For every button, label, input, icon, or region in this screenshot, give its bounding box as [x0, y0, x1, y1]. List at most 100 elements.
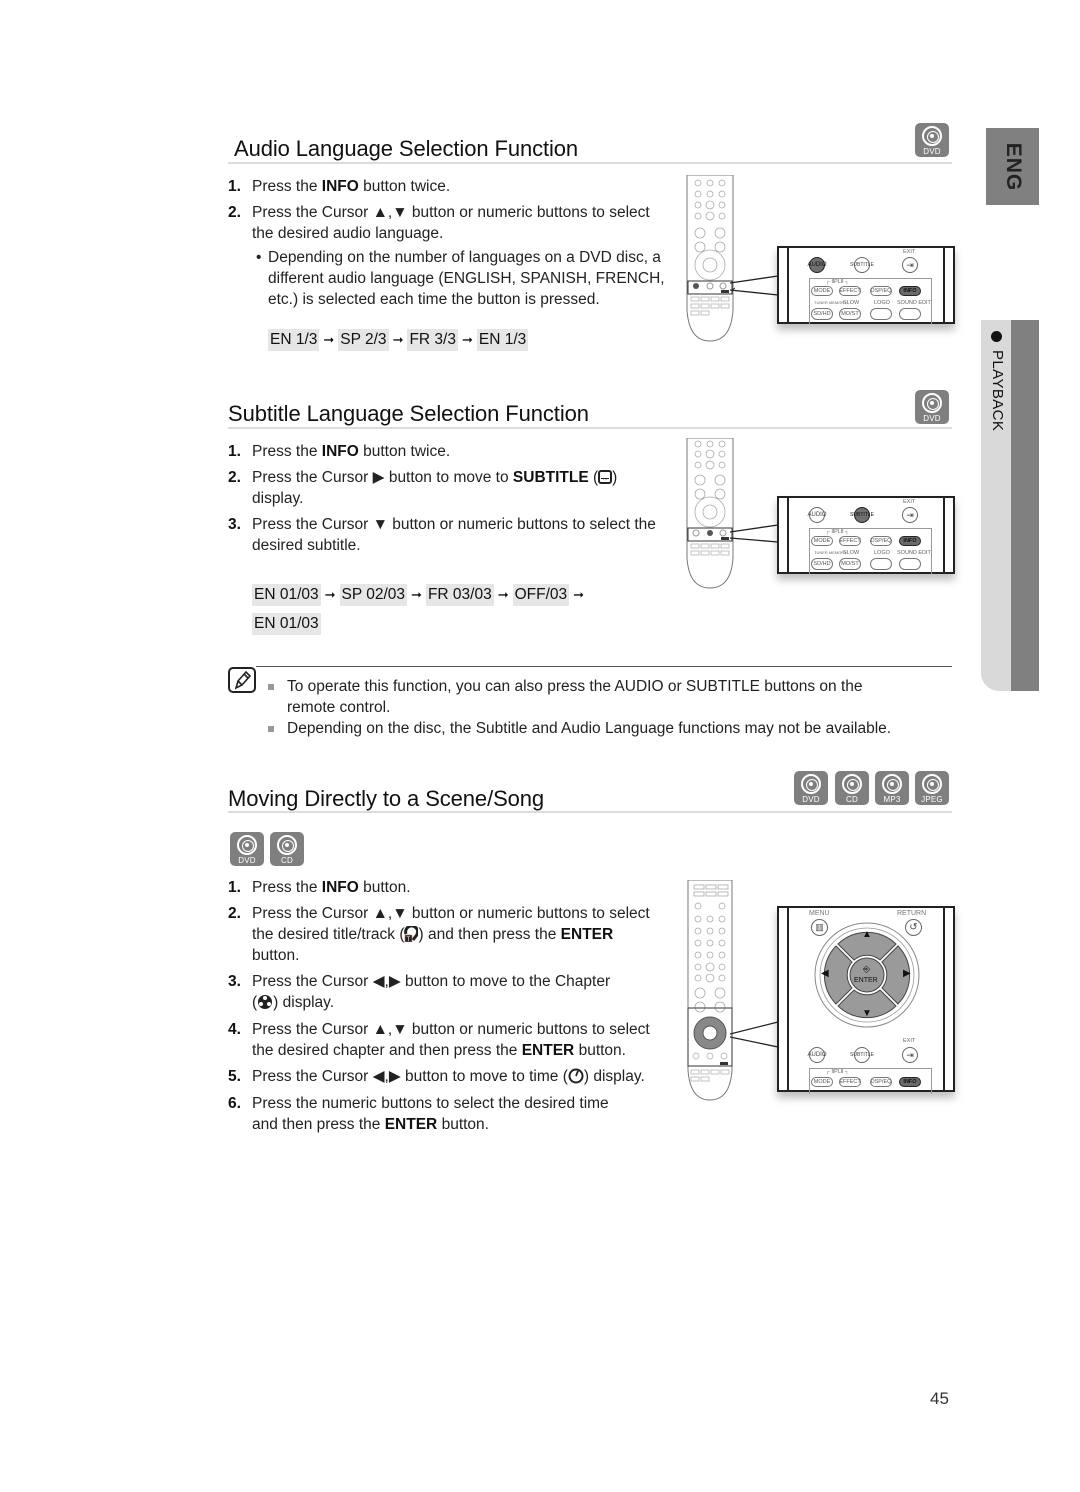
- subtitle-sequence-cont: EN 01/03: [252, 613, 321, 635]
- step-4: 4. Press the Cursor ▲,▼ button or numeri…: [228, 1021, 650, 1059]
- audio-button[interactable]: AUDIO: [808, 257, 827, 273]
- page-number: 45: [930, 1389, 949, 1408]
- sequence-item: EN 01/03: [252, 584, 321, 606]
- sequence-item: SP 02/03: [339, 584, 408, 606]
- dspeq-button[interactable]: DSP/EQ: [870, 286, 892, 296]
- audio-sequence: EN 1/3 ➞ SP 2/3 ➞ FR 3/3 ➞ EN 1/3: [268, 329, 529, 351]
- step-3: 3. Press the Cursor ◀,▶ button to move t…: [228, 973, 611, 1011]
- step-1: 1. Press the INFO button twice.: [228, 178, 451, 195]
- step-1: 1. Press the INFO button.: [228, 879, 411, 896]
- down-arrow-icon[interactable]: ▼: [862, 1008, 872, 1019]
- sound-edit-button[interactable]: [899, 558, 921, 570]
- remote-zoom-panel: MENU RETURN ▥ ↺ ▲ ▼ ◀ ▶ ⎆ ENTER EXIT AUD…: [777, 906, 955, 1094]
- step-1: 1. Press the INFO button twice.: [228, 443, 451, 460]
- right-arrow-icon[interactable]: ▶: [903, 968, 911, 979]
- logo-button[interactable]: [870, 558, 892, 570]
- section-title-audio: Audio Language Selection Function: [234, 136, 579, 161]
- exit-button[interactable]: ⇥: [902, 507, 918, 523]
- section-title-scene: Moving Directly to a Scene/Song: [228, 786, 545, 811]
- sequence-item: EN 1/3: [476, 329, 529, 351]
- sdhd-button[interactable]: SD/HD: [811, 558, 833, 570]
- sequence-item: FR 03/03: [425, 584, 494, 606]
- title-track-icon: T: [404, 924, 420, 943]
- sequence-item: EN 01/03: [252, 613, 321, 635]
- enter-icon: ⎆: [863, 964, 871, 974]
- remote-control-illustration: [686, 175, 735, 342]
- step-2: 2. Press the Cursor ▲,▼ button or numeri…: [228, 905, 650, 964]
- subtitle-icon: ···: [598, 470, 613, 484]
- up-arrow-icon[interactable]: ▲: [862, 929, 872, 940]
- sound-edit-button[interactable]: [899, 308, 921, 320]
- info-button[interactable]: INFO: [899, 286, 921, 296]
- chapter-icon: [257, 994, 273, 1010]
- arrow-icon: ➞: [392, 332, 404, 347]
- subtitle-button[interactable]: SUB TITLE: [850, 257, 874, 273]
- remote-zoom-panel: EXIT AUDIO SUB TITLE ⇥ ┌ ⅡPLⅡ ┐ MODE EFFE…: [777, 246, 955, 324]
- sequence-item: OFF/03: [512, 584, 570, 606]
- disc-icon: [922, 393, 942, 413]
- exit-button[interactable]: ⇥: [902, 257, 918, 273]
- note-pencil-icon: [228, 667, 256, 693]
- step-6: 6. Press the numeric buttons to select t…: [228, 1095, 609, 1133]
- time-icon: [568, 1068, 584, 1084]
- language-tab-label: ENG: [1001, 142, 1025, 191]
- step-2: 2. Press the Cursor ▲,▼ button or numeri…: [228, 204, 650, 242]
- info-button[interactable]: INFO: [899, 1077, 921, 1087]
- chapter-bullet-icon: [991, 331, 1002, 342]
- exit-button[interactable]: ⇥: [902, 1047, 918, 1063]
- enter-label[interactable]: ENTER: [854, 977, 878, 984]
- arrow-icon: ➞: [461, 332, 473, 347]
- mode-button[interactable]: MODE: [811, 536, 833, 546]
- effect-button[interactable]: EFFECT: [839, 1077, 861, 1087]
- disc-icon: [922, 126, 942, 146]
- cd-badge: CD: [835, 771, 869, 805]
- arrow-icon: ➞: [411, 587, 422, 602]
- language-tab: ENG: [986, 128, 1039, 205]
- note-item: To operate this function, you can also p…: [268, 676, 948, 718]
- dspeq-button[interactable]: DSP/EQ: [870, 1077, 892, 1087]
- most-button[interactable]: MO/ST: [839, 308, 861, 320]
- dvd-badge: DVD: [915, 123, 949, 157]
- mode-button[interactable]: MODE: [811, 1077, 833, 1087]
- subtitle-sequence: EN 01/03 ➞ SP 02/03 ➞ FR 03/03 ➞ OFF/03 ➞: [252, 584, 588, 606]
- audio-button[interactable]: AUDIO: [808, 507, 827, 523]
- step-5: 5. Press the Cursor ◀,▶ button to move t…: [228, 1068, 645, 1085]
- callout-lines: [730, 275, 779, 296]
- dvd-badge: DVD: [915, 390, 949, 424]
- dvd-badge: DVD: [230, 832, 264, 866]
- svg-text:T: T: [407, 937, 411, 942]
- arrow-icon: ➞: [323, 332, 335, 347]
- arrow-icon: ➞: [573, 587, 585, 602]
- dvd-badge: DVD: [794, 771, 828, 805]
- info-button[interactable]: INFO: [899, 536, 921, 546]
- audio-button[interactable]: AUDIO: [808, 1047, 827, 1063]
- section-rule: [228, 811, 952, 813]
- note-item: Depending on the disc, the Subtitle and …: [268, 718, 958, 739]
- step-2: 2. Press the Cursor ▶ button to move to …: [228, 469, 618, 507]
- arrow-icon: ➞: [497, 587, 509, 602]
- remote-zoom-panel: EXIT AUDIO SUB TITLE ⇥ ┌ ⅡPLⅡ ┐ MODE EFFE…: [777, 496, 955, 574]
- mp3-badge: MP3: [875, 771, 909, 805]
- mode-button[interactable]: MODE: [811, 286, 833, 296]
- square-bullet-icon: [268, 684, 274, 690]
- left-arrow-icon[interactable]: ◀: [821, 968, 829, 979]
- info-bullet: • Depending on the number of languages o…: [256, 249, 665, 308]
- section-title-subtitle: Subtitle Language Selection Function: [228, 401, 589, 426]
- sdhd-button[interactable]: SD/HD: [811, 308, 833, 320]
- square-bullet-icon: [268, 726, 274, 732]
- subtitle-button[interactable]: SUB TITLE: [850, 507, 874, 523]
- effect-button[interactable]: EFFECT: [839, 536, 861, 546]
- sequence-item: FR 3/3: [407, 329, 458, 351]
- most-button[interactable]: MO/ST: [839, 558, 861, 570]
- section-rule: [228, 162, 952, 164]
- sequence-item: EN 1/3: [268, 329, 320, 351]
- callout-lines: [730, 1021, 779, 1048]
- logo-button[interactable]: [870, 308, 892, 320]
- dspeq-button[interactable]: DSP/EQ: [870, 536, 892, 546]
- chapter-tab-bar: [1011, 320, 1039, 691]
- subtitle-button[interactable]: SUB TITLE: [850, 1047, 874, 1063]
- arrow-icon: ➞: [324, 587, 336, 602]
- note-rule: [256, 666, 952, 667]
- effect-button[interactable]: EFFECT: [839, 286, 861, 296]
- jpeg-badge: JPEG: [915, 771, 949, 805]
